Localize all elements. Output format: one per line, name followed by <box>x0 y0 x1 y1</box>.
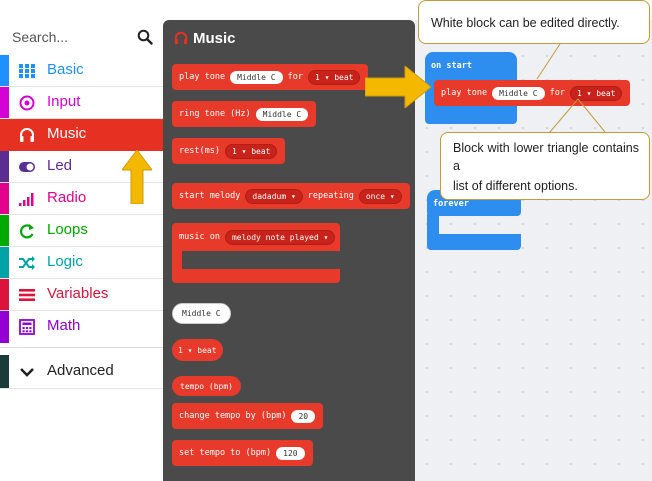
callout-text: Block with lower triangle contains a <box>453 141 639 173</box>
callout-leader-lines <box>536 43 606 133</box>
callout-text: White block can be edited directly. <box>431 16 620 30</box>
callout-leader-line <box>549 98 579 133</box>
callout-leader-line <box>577 98 606 133</box>
callout-leader-line <box>536 43 561 80</box>
callout-triangle-block: Block with lower triangle contains a lis… <box>440 132 650 200</box>
callout-text: list of different options. <box>453 179 578 193</box>
callout-white-block: White block can be edited directly. <box>418 0 650 44</box>
